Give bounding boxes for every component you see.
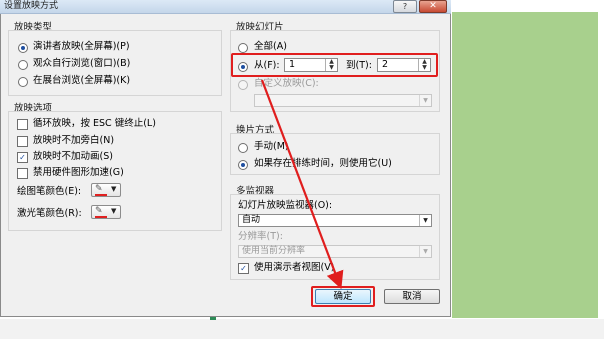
arrow-line xyxy=(260,79,344,290)
annotation-arrow xyxy=(260,79,344,290)
